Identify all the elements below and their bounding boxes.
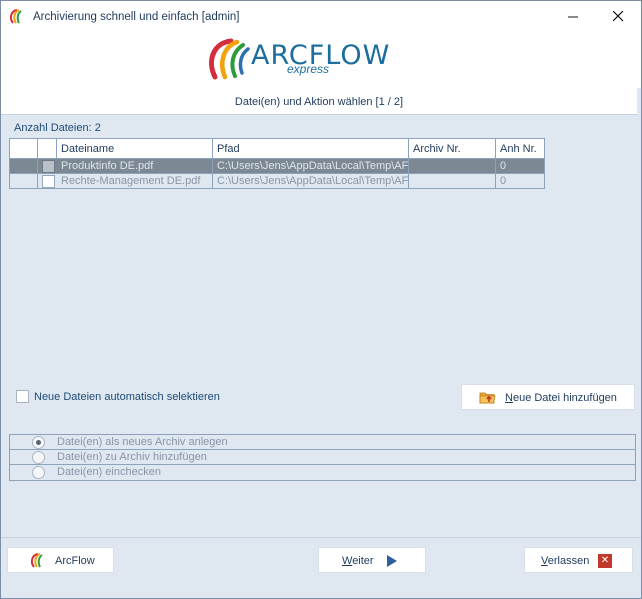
radio-label: Datei(en) einchecken	[57, 466, 161, 478]
column-header-filename[interactable]: Dateiname	[57, 139, 213, 158]
table-row[interactable]: Produktinfo DE.pdf C:\Users\Jens\AppData…	[9, 159, 545, 174]
footer-divider	[1, 537, 641, 538]
row-indicator	[10, 159, 38, 173]
step-bar: Datei(en) und Aktion wählen [1 / 2]	[1, 88, 637, 115]
radio-check-in[interactable]	[32, 466, 45, 479]
row-indicator	[10, 174, 38, 188]
close-icon	[613, 11, 624, 22]
minimize-button[interactable]	[551, 1, 596, 32]
arcflow-button[interactable]: ArcFlow	[7, 547, 114, 573]
cell-attachment-number: 0	[500, 175, 507, 187]
add-file-button[interactable]: Neue Datei hinzufügen	[461, 384, 635, 410]
next-button-label: Weiter	[342, 555, 374, 567]
close-red-icon: ✕	[598, 554, 612, 568]
add-file-label: Neue Datei hinzufügen	[505, 392, 617, 404]
close-button[interactable]	[596, 1, 641, 32]
cell-filename: Rechte-Management DE.pdf	[57, 174, 213, 188]
play-arrow-icon	[387, 555, 397, 567]
cell-attachment-number: 0	[500, 160, 507, 172]
cell-archive-number	[409, 159, 496, 173]
file-count-label: Anzahl Dateien: 2	[14, 122, 101, 134]
header-indicator-column	[10, 139, 38, 158]
logo-subtitle: express	[287, 62, 330, 76]
auto-select-label[interactable]: Neue Dateien automatisch selektieren	[34, 391, 220, 403]
column-header-path[interactable]: Pfad	[213, 139, 409, 158]
logo-header: ARCFLOW express	[1, 32, 641, 88]
step-title: Datei(en) und Aktion wählen [1 / 2]	[234, 96, 404, 108]
column-header-archive-number[interactable]: Archiv Nr.	[409, 139, 496, 158]
folder-add-icon	[479, 392, 496, 404]
action-radio-group: Datei(en) als neues Archiv anlegen Datei…	[9, 434, 636, 481]
cell-archive-number	[409, 174, 496, 188]
cell-filename: Produktinfo DE.pdf	[57, 159, 213, 173]
auto-select-checkbox[interactable]	[16, 390, 29, 403]
radio-label: Datei(en) als neues Archiv anlegen	[57, 436, 228, 448]
row-checkbox[interactable]	[42, 160, 55, 173]
action-option[interactable]: Datei(en) zu Archiv hinzufügen	[10, 450, 635, 465]
radio-new-archive[interactable]	[32, 436, 45, 449]
table-header: Dateiname Pfad Archiv Nr. Anh Nr.	[9, 138, 545, 159]
action-option[interactable]: Datei(en) als neues Archiv anlegen	[10, 435, 635, 450]
title-bar: Archivierung schnell und einfach [admin]	[1, 1, 641, 32]
window-title: Archivierung schnell und einfach [admin]	[33, 11, 240, 23]
exit-button-label: Verlassen	[541, 555, 590, 567]
arcflow-app-icon	[9, 9, 22, 24]
arcflow-button-label: ArcFlow	[55, 555, 95, 567]
minimize-icon	[568, 16, 578, 18]
main-window: Archivierung schnell und einfach [admin]…	[0, 0, 642, 599]
radio-add-to-archive[interactable]	[32, 451, 45, 464]
arcflow-logo-icon	[209, 38, 250, 80]
row-checkbox[interactable]	[42, 175, 55, 188]
table-row[interactable]: Rechte-Management DE.pdf C:\Users\Jens\A…	[9, 174, 545, 189]
arcflow-icon	[30, 553, 43, 568]
cell-path: C:\Users\Jens\AppData\Local\Temp\AF	[213, 159, 409, 173]
file-table: Dateiname Pfad Archiv Nr. Anh Nr. Produk…	[9, 138, 545, 189]
exit-button[interactable]: Verlassen ✕	[524, 547, 633, 573]
column-header-attachment-number[interactable]: Anh Nr.	[496, 139, 544, 158]
action-option[interactable]: Datei(en) einchecken	[10, 465, 635, 480]
next-button[interactable]: Weiter	[318, 547, 426, 573]
header-check-column	[38, 139, 57, 158]
radio-label: Datei(en) zu Archiv hinzufügen	[57, 451, 207, 463]
cell-path: C:\Users\Jens\AppData\Local\Temp\AF	[213, 174, 409, 188]
